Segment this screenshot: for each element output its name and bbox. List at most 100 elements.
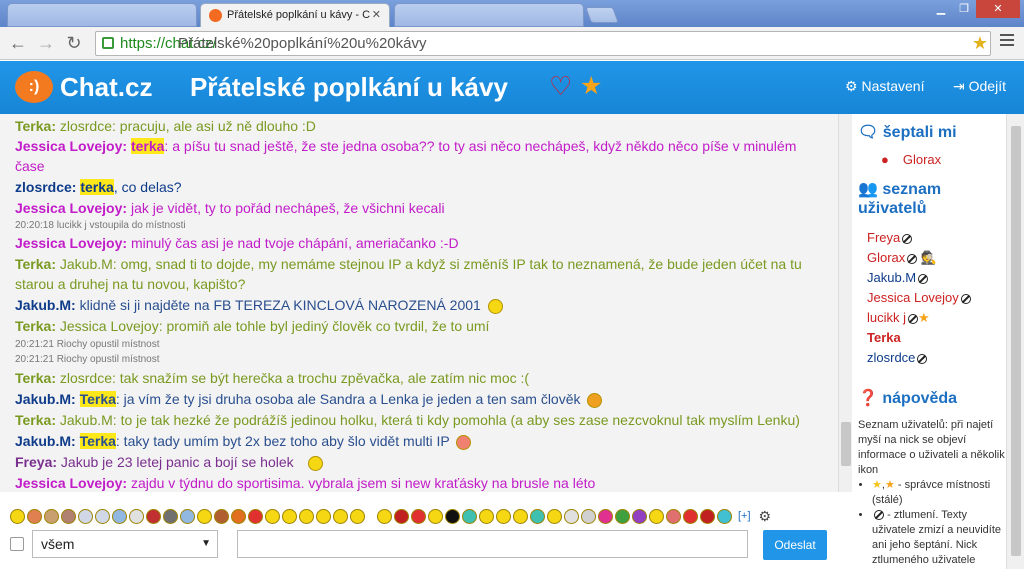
sidebar-scrollbar[interactable] [1006, 114, 1024, 569]
emoji-icon[interactable] [411, 508, 426, 524]
emoji-icon[interactable] [299, 508, 314, 524]
emoji-settings-gear-icon[interactable]: ⚙ [759, 508, 772, 525]
emoji-icon[interactable] [683, 508, 698, 524]
sidebar-scrollbar-thumb[interactable] [1011, 126, 1021, 556]
user-item[interactable]: Glorax 🕵 [867, 250, 937, 266]
emoji-icon[interactable] [146, 508, 161, 524]
emoji-icon[interactable] [282, 508, 297, 524]
emoji-icon[interactable] [333, 508, 348, 524]
back-icon[interactable]: ← [8, 33, 28, 53]
logo-text[interactable]: Chat.cz [60, 72, 152, 103]
browser-menu-icon[interactable] [1000, 34, 1014, 48]
emoji-icon[interactable] [717, 508, 732, 524]
tab-close-icon[interactable]: ✕ [372, 8, 381, 21]
message-nick[interactable]: Jessica Lovejoy: [15, 235, 127, 251]
chat-scrollbar[interactable] [838, 114, 852, 492]
emoji-bar: [+] ⚙ [0, 504, 838, 528]
bookmark-star-icon[interactable]: ★ [972, 33, 988, 54]
mute-icon [917, 353, 928, 364]
emoji-icon[interactable] [265, 508, 280, 524]
new-tab-button[interactable] [585, 7, 619, 23]
message-nick[interactable]: Terka: [15, 370, 56, 386]
browser-tab-active[interactable]: Přátelské poplkání u kávy - C ✕ [200, 3, 390, 27]
mention-highlight: terka [130, 138, 165, 154]
emoji-icon[interactable] [632, 508, 647, 524]
admin-star-icon: ★ [872, 479, 882, 491]
forward-icon[interactable]: → [36, 33, 56, 53]
message-nick[interactable]: Terka: [15, 318, 56, 334]
more-emoji-button[interactable]: [+] [738, 510, 751, 522]
emoji-icon[interactable] [316, 508, 331, 524]
favorite-star-icon[interactable]: ★ [580, 71, 602, 101]
maximize-button[interactable]: ❐ [953, 0, 975, 18]
emoji-icon[interactable] [61, 508, 76, 524]
message-nick[interactable]: Terka: [15, 412, 56, 428]
emoji-icon[interactable] [394, 508, 409, 524]
message-nick[interactable]: Jessica Lovejoy: [15, 200, 127, 216]
message-nick[interactable]: Freya: [15, 454, 57, 470]
send-button[interactable]: Odeslat [763, 530, 827, 560]
emoji-icon[interactable] [666, 508, 681, 524]
recipient-select[interactable]: všem ▼ [32, 530, 218, 558]
chat-logo-icon[interactable]: :) [15, 71, 53, 103]
users-title-2: uživatelů [858, 200, 927, 217]
user-item[interactable]: Jessica Lovejoy [867, 290, 971, 305]
browser-tab-inactive[interactable] [7, 3, 197, 27]
heart-icon[interactable]: ♡ [549, 71, 572, 102]
emoji-icon[interactable] [564, 508, 579, 524]
emoji-icon[interactable] [248, 508, 263, 524]
settings-link[interactable]: ⚙ Nastavení [845, 78, 925, 95]
message-nick[interactable]: Jakub.M: [15, 297, 76, 313]
message-nick[interactable]: Jessica Lovejoy: [15, 138, 127, 154]
emoji-icon[interactable] [428, 508, 443, 524]
emoji-icon[interactable] [598, 508, 613, 524]
emoji-icon[interactable] [78, 508, 93, 524]
user-item[interactable]: Freya [867, 230, 913, 245]
close-window-button[interactable]: ✕ [976, 0, 1020, 18]
message-nick[interactable]: Jakub.M: [15, 391, 76, 407]
message-nick[interactable]: Terka: [15, 118, 56, 134]
emoji-icon[interactable] [129, 508, 144, 524]
emoji-icon[interactable] [350, 508, 365, 524]
emoji-icon[interactable] [649, 508, 664, 524]
emoji-icon[interactable] [95, 508, 110, 524]
emoji-icon[interactable] [581, 508, 596, 524]
address-bar[interactable]: https://chat.cz/ Přátelské%20poplkání%20… [95, 31, 991, 56]
emoji-icon[interactable] [530, 508, 545, 524]
emoji-icon[interactable] [462, 508, 477, 524]
reload-icon[interactable]: ↻ [64, 33, 84, 53]
emoji-icon[interactable] [700, 508, 715, 524]
emoji-icon[interactable] [214, 508, 229, 524]
emoji-icon[interactable] [112, 508, 127, 524]
user-item[interactable]: Jakub.M [867, 270, 929, 285]
chat-scrollbar-thumb[interactable] [841, 422, 851, 466]
emoji-icon[interactable] [44, 508, 59, 524]
whisper-item[interactable]: ● Glorax [881, 152, 941, 167]
emoji-icon[interactable] [231, 508, 246, 524]
emoji-icon[interactable] [180, 508, 195, 524]
message-nick[interactable]: Jakub.M: [15, 433, 76, 449]
message-input[interactable] [237, 530, 748, 558]
emoji-icon[interactable] [479, 508, 494, 524]
emoji-icon[interactable] [547, 508, 562, 524]
emoji-icon[interactable] [197, 508, 212, 524]
emoji-icon[interactable] [513, 508, 528, 524]
emoji-icon[interactable] [163, 508, 178, 524]
system-message: 20:21:21 Riochy opustil místnost [15, 339, 160, 350]
emoji-icon[interactable] [445, 508, 460, 524]
browser-tab-inactive[interactable] [394, 3, 584, 27]
user-item[interactable]: zlosrdce [867, 350, 928, 365]
emoji-icon[interactable] [377, 508, 392, 524]
emoji-icon[interactable] [496, 508, 511, 524]
minimize-button[interactable]: ▁ [930, 0, 952, 18]
message-nick[interactable]: Terka: [15, 256, 56, 272]
emoji-icon[interactable] [615, 508, 630, 524]
message-nick[interactable]: Jessica Lovejoy: [15, 475, 127, 491]
leave-link[interactable]: ⇥ Odejít [953, 78, 1006, 95]
message-nick[interactable]: zlosrdce: [15, 179, 76, 195]
user-item[interactable]: lucikk j ★ [867, 310, 930, 326]
user-item[interactable]: Terka [867, 330, 901, 345]
emoji-icon[interactable] [10, 508, 25, 524]
private-checkbox[interactable] [10, 537, 24, 551]
emoji-icon[interactable] [27, 508, 42, 524]
